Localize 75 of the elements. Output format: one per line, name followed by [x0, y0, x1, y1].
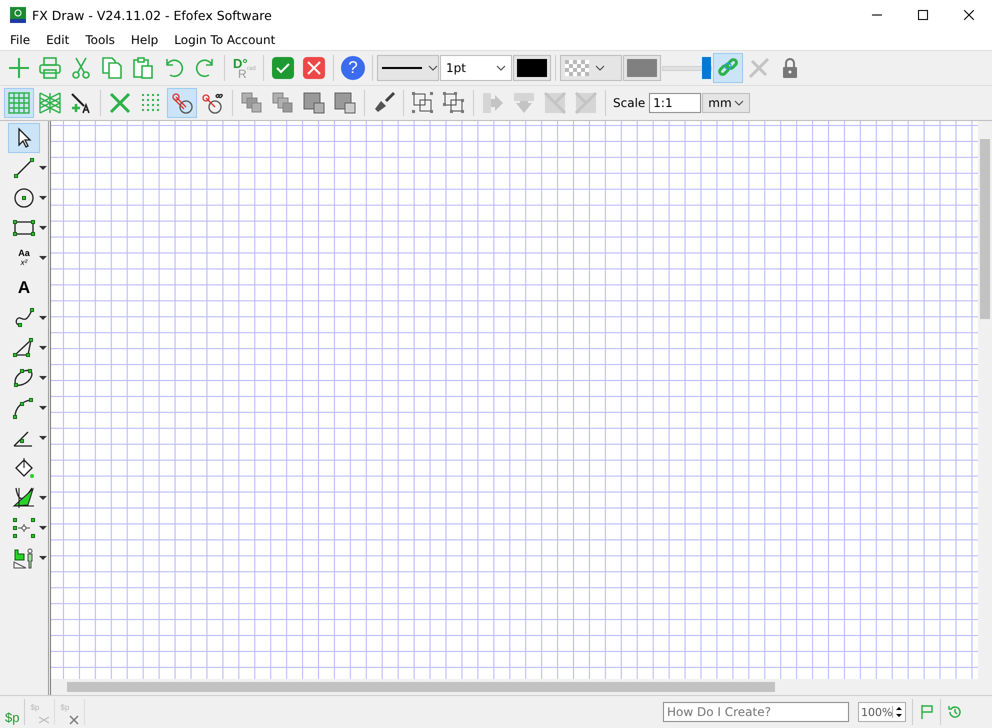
chevron-down-icon [734, 100, 744, 106]
chevron-down-icon [595, 65, 605, 71]
isometric-grid-icon [38, 91, 62, 115]
line-style-dropdown[interactable] [377, 55, 439, 81]
close-icon [302, 56, 326, 80]
history-icon [946, 704, 962, 720]
dropdown-arrow-icon[interactable] [39, 406, 47, 410]
menu-item[interactable]: Edit [38, 30, 78, 50]
ungroup-icon [442, 91, 466, 115]
paste-icon [131, 56, 155, 80]
cross-icon [69, 715, 80, 725]
grid-icon [7, 91, 31, 115]
dropdown-arrow-icon[interactable] [39, 196, 47, 200]
paint-brush-icon [372, 91, 396, 115]
menu-item[interactable]: File [2, 30, 38, 50]
units-dropdown[interactable]: mm [702, 93, 750, 113]
line-width-dropdown[interactable]: 1pt [440, 55, 512, 81]
delete-icon [108, 91, 132, 115]
circle-tool-icon [12, 186, 36, 210]
snap-infinity-icon [201, 91, 225, 115]
close-icon [964, 10, 974, 20]
maximize-icon [918, 10, 928, 20]
snap-icon [170, 91, 194, 115]
arc-tool-icon [12, 396, 36, 420]
diagonal-arrow-icon [574, 91, 598, 115]
new-icon [7, 56, 31, 80]
dropdown-arrow-icon[interactable] [39, 526, 47, 530]
dropdown-arrow-icon[interactable] [39, 346, 47, 350]
text-style-tool[interactable]: Aa x² [8, 243, 40, 273]
text-tool[interactable]: A [8, 273, 40, 303]
checker-pattern-icon [565, 60, 589, 76]
window-title: FX Draw - V24.11.02 - Efofex Software [32, 8, 272, 22]
dropdown-arrow-icon[interactable] [39, 436, 47, 440]
graph-tool-icon [12, 486, 36, 510]
dropdown-arrow-icon[interactable] [39, 226, 47, 230]
dropdown-arrow-icon[interactable] [39, 256, 47, 260]
dropdown-arrow-icon[interactable] [39, 556, 47, 560]
send-backward-icon [271, 91, 295, 115]
menu-item[interactable]: Tools [77, 30, 123, 50]
check-icon [271, 56, 295, 80]
shuffle-icon [39, 715, 50, 725]
flag-icon [918, 704, 934, 720]
help-search-field[interactable]: How Do I Create? [663, 702, 849, 722]
zoom-spinner[interactable]: 100% [858, 702, 906, 722]
scale-label: Scale [612, 96, 646, 110]
bring-to-front-icon [302, 91, 326, 115]
arrow-right-icon [481, 91, 505, 115]
send-to-back-icon [333, 91, 357, 115]
cross-icon [747, 56, 771, 80]
fill-color-swatch[interactable] [623, 55, 661, 81]
dropdown-arrow-icon[interactable] [39, 376, 47, 380]
copy-icon [100, 56, 124, 80]
pointer[interactable] [8, 123, 40, 153]
structure-tool-icon [12, 516, 36, 540]
diagonal-arrow-icon [543, 91, 567, 115]
menu-item[interactable]: Login To Account [166, 30, 284, 50]
line-tool-icon [12, 156, 36, 180]
triangle-tool-icon [12, 336, 36, 360]
print-icon [38, 56, 62, 80]
dropdown-arrow-icon[interactable] [39, 316, 47, 320]
app-icon [10, 7, 26, 23]
line-color-swatch[interactable] [513, 55, 551, 81]
arrow-down-icon [512, 91, 536, 115]
spinner-arrows-icon [895, 706, 904, 718]
scale-field[interactable]: 1:1 [649, 93, 702, 113]
chevron-down-icon [496, 65, 506, 71]
chevron-down-icon [428, 65, 438, 71]
menu-item[interactable]: Help [122, 30, 166, 50]
dropdown-arrow-icon[interactable] [39, 166, 47, 170]
solid-line-icon [382, 66, 422, 70]
group-icon [411, 91, 435, 115]
dropdown-arrow-icon[interactable] [39, 496, 47, 500]
bring-forward-icon [240, 91, 264, 115]
opacity-slider[interactable] [662, 56, 712, 80]
snap-button[interactable] [167, 88, 197, 118]
